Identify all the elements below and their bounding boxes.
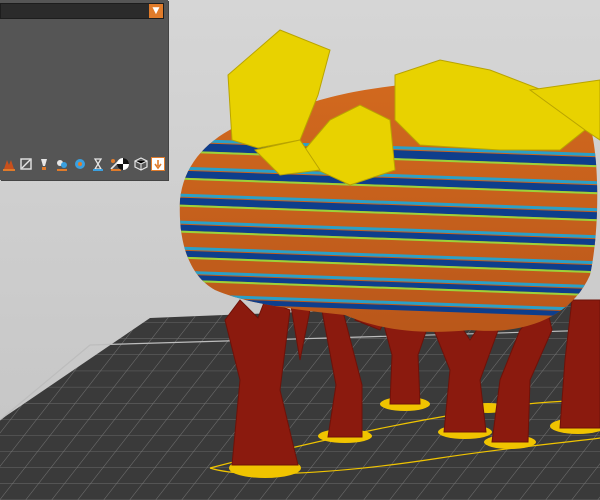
height-icon[interactable] (19, 157, 33, 171)
shells-icon[interactable] (134, 157, 148, 171)
tool-icon[interactable] (116, 157, 130, 171)
3d-viewport[interactable]: ▼ (0, 0, 600, 500)
speed-icon[interactable] (55, 157, 69, 171)
view-type-select[interactable]: ▼ (0, 3, 164, 19)
legend-toggle-icon[interactable] (151, 157, 165, 171)
temperature-icon[interactable] (91, 157, 105, 171)
legend-toolbar (0, 150, 168, 180)
fan-speed-icon[interactable] (73, 157, 87, 171)
legend-panel: ▼ (0, 0, 168, 180)
width-icon[interactable] (37, 157, 51, 171)
feature-type-icon[interactable] (2, 157, 16, 171)
dropdown-arrow-icon[interactable]: ▼ (149, 4, 163, 18)
